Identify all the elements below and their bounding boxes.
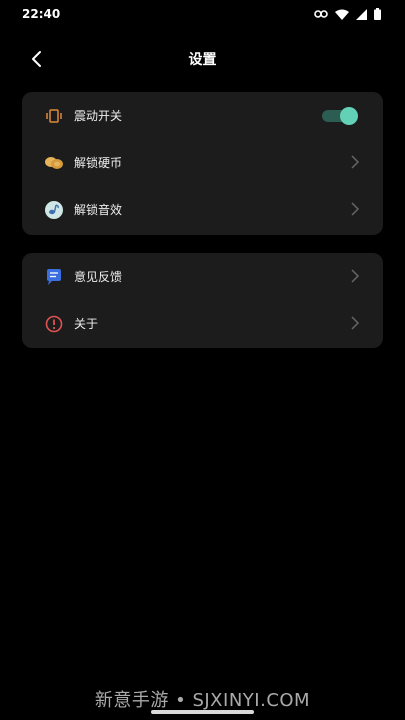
settings-group-2: 意见反馈 关于 xyxy=(22,253,383,348)
vibration-toggle[interactable] xyxy=(322,107,358,125)
coins-icon xyxy=(45,157,63,169)
status-bar: 22:40 xyxy=(0,0,405,28)
watermark: 新意手游 • SJXINYI.COM xyxy=(94,690,311,711)
key-icon xyxy=(314,10,328,18)
top-bar: 设置 xyxy=(0,40,405,76)
wifi-icon xyxy=(335,9,349,20)
feedback-icon xyxy=(47,269,61,285)
info-icon xyxy=(45,315,63,333)
feedback-label: 意见反馈 xyxy=(74,270,123,284)
vibration-row: 震动开关 xyxy=(22,92,383,139)
chevron-right-icon xyxy=(351,202,360,216)
home-indicator[interactable] xyxy=(151,710,254,714)
sound-effect-icon xyxy=(45,201,63,219)
settings-group-1: 震动开关 解锁硬币 解锁音效 xyxy=(22,92,383,235)
unlock-coins-label: 解锁硬币 xyxy=(74,156,123,170)
toggle-thumb xyxy=(340,107,358,125)
status-time: 22:40 xyxy=(22,7,61,21)
chevron-right-icon xyxy=(351,316,360,330)
battery-icon xyxy=(374,8,381,20)
feedback-row[interactable]: 意见反馈 xyxy=(22,253,383,300)
unlock-coins-row[interactable]: 解锁硬币 xyxy=(22,139,383,186)
about-row[interactable]: 关于 xyxy=(22,300,383,347)
chevron-right-icon xyxy=(351,155,360,169)
vibration-label: 震动开关 xyxy=(74,109,123,123)
vibrate-icon xyxy=(46,109,62,123)
chevron-right-icon xyxy=(351,269,360,283)
signal-icon xyxy=(356,8,367,20)
page-title: 设置 xyxy=(188,52,217,68)
about-label: 关于 xyxy=(74,317,99,331)
unlock-sound-row[interactable]: 解锁音效 xyxy=(22,186,383,233)
status-icons xyxy=(314,8,381,20)
unlock-sound-label: 解锁音效 xyxy=(74,203,123,217)
